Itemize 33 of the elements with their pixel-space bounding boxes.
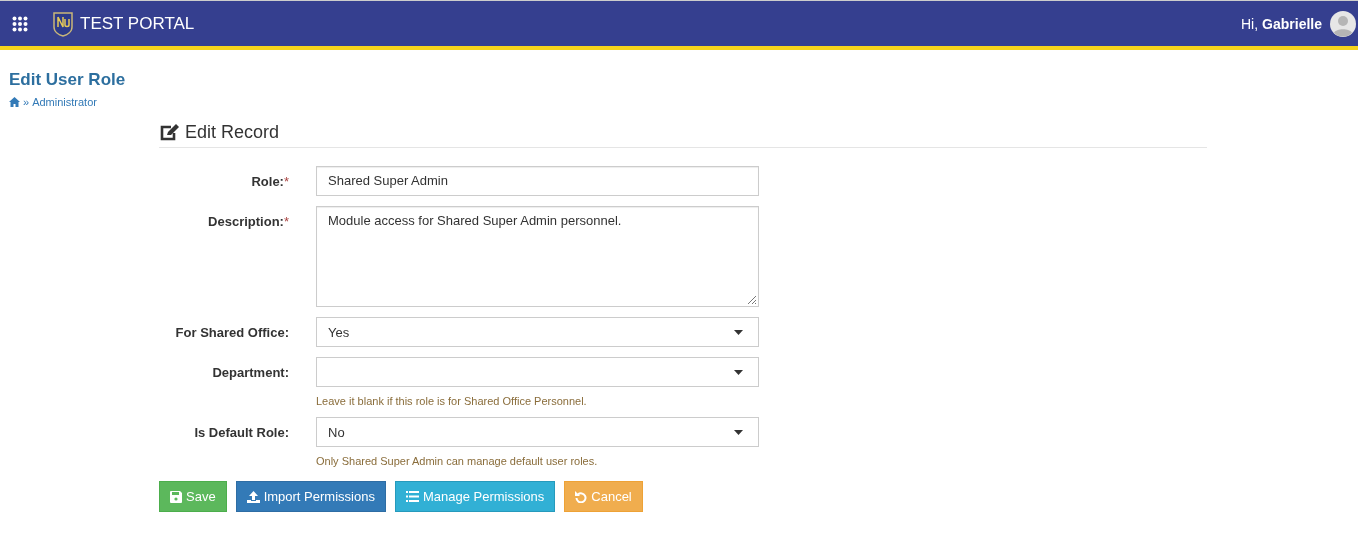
- resize-grip-icon[interactable]: [745, 293, 757, 305]
- caret-icon: [734, 369, 743, 375]
- caret-icon: [734, 429, 743, 435]
- home-icon[interactable]: [9, 97, 20, 107]
- field-label: Is Default Role:: [194, 425, 289, 440]
- text-area[interactable]: Module access for Shared Super Admin personnel.: [316, 206, 759, 307]
- apps-grid-icon[interactable]: [12, 15, 28, 32]
- caret-icon: [734, 329, 743, 335]
- section-title: Edit Record: [185, 122, 280, 143]
- page-title: Edit User Role: [9, 70, 127, 90]
- breadcrumb-separator: »: [23, 96, 30, 108]
- undo-icon: [575, 490, 588, 503]
- user-name[interactable]: Gabrielle: [1262, 15, 1322, 32]
- shield-logo-icon: [52, 10, 74, 37]
- edit-icon: [159, 123, 179, 142]
- help-text: Leave it blank if this role is for Shared Office Personnel.: [316, 395, 588, 407]
- import-button[interactable]: Import Permissions: [235, 481, 386, 512]
- field-label: For Shared Office:: [175, 325, 289, 340]
- dropdown[interactable]: Yes: [316, 317, 759, 347]
- avatar-icon[interactable]: [1330, 10, 1356, 37]
- list-icon: [405, 491, 419, 502]
- dropdown[interactable]: No: [316, 417, 759, 447]
- field-label: Role:: [251, 174, 284, 189]
- text-field[interactable]: Shared Super Admin: [316, 166, 759, 196]
- upload-icon: [246, 490, 260, 503]
- breadcrumb-link[interactable]: Administrator: [32, 96, 97, 108]
- field-label: Department:: [212, 365, 289, 380]
- required-mark: *: [283, 174, 289, 189]
- help-text: Only Shared Super Admin can manage default user roles.: [316, 455, 599, 467]
- required-mark: *: [283, 214, 289, 229]
- portal-title: TEST PORTAL: [80, 13, 195, 34]
- field-label: Description:: [208, 214, 284, 229]
- greeting-text: Hi,: [1240, 15, 1259, 32]
